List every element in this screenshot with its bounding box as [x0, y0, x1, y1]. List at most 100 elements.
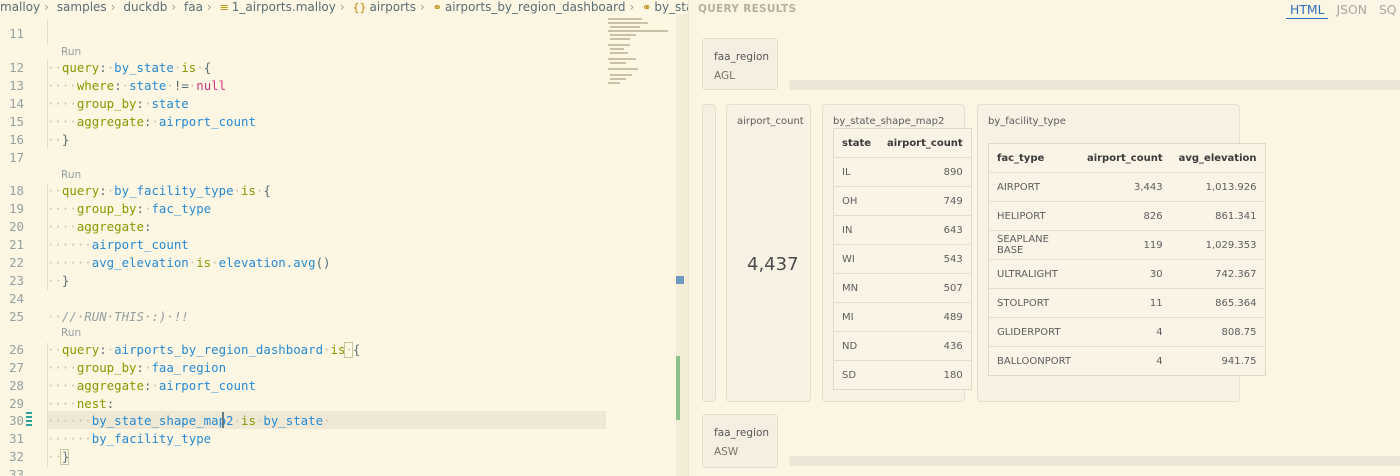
- line-number: 31: [9, 431, 24, 446]
- fac-type-cell: ULTRALIGHT: [988, 259, 1079, 289]
- state-cell: IL: [833, 157, 880, 187]
- code-line[interactable]: ····where:·state·!=·null: [47, 77, 226, 95]
- code-line[interactable]: ····aggregate:·airport_count: [47, 113, 256, 131]
- results-title: QUERY RESULTS: [698, 3, 797, 15]
- query-results-panel: QUERY RESULTS HTML JSON SQ faa_region AG…: [688, 0, 1400, 476]
- count-cell: 436: [879, 331, 972, 361]
- run-codelens[interactable]: Run: [61, 46, 81, 58]
- code-line[interactable]: ··query:·by_state·is·{: [47, 59, 211, 77]
- count-cell: 507: [879, 273, 972, 303]
- column-header: airport_count: [887, 137, 963, 149]
- run-codelens[interactable]: Run: [61, 327, 81, 339]
- breadcrumb-item[interactable]: faa: [184, 0, 203, 14]
- fac-type-cell: BALLOONPORT: [988, 346, 1079, 376]
- region-value: ASW: [714, 446, 739, 458]
- minimap[interactable]: [606, 18, 676, 88]
- line-number: 24: [9, 291, 24, 306]
- count-cell: 30: [1078, 259, 1171, 289]
- count-cell: 543: [879, 244, 972, 274]
- airport-count-value: 4,437: [747, 254, 799, 275]
- region-card: faa_region ASW: [702, 414, 778, 468]
- state-cell: ND: [833, 331, 880, 361]
- line-number: 14: [9, 96, 24, 111]
- breadcrumb-item[interactable]: 1_airports.malloy: [232, 0, 336, 14]
- column-header: fac_type: [997, 152, 1045, 164]
- code-line[interactable]: ····aggregate:·airport_count: [47, 377, 256, 395]
- column-header: avg_elevation: [1178, 152, 1257, 164]
- line-number: 12: [9, 60, 24, 75]
- elevation-cell: 865.364: [1170, 288, 1266, 318]
- region-value: AGL: [714, 70, 735, 82]
- code-line[interactable]: ····nest:: [47, 395, 114, 413]
- tab-sql[interactable]: SQ: [1375, 1, 1400, 18]
- code-line[interactable]: ··query:·airports_by_region_dashboard·is…: [47, 341, 360, 359]
- by-state-table: state airport_count IL 890 OH 749 IN 643 WI…: [833, 128, 972, 390]
- code-line[interactable]: ····group_by:·state: [47, 95, 189, 113]
- breadcrumb-item[interactable]: samples: [57, 0, 107, 14]
- breadcrumb-item[interactable]: airports: [370, 0, 416, 14]
- code-editor[interactable]: 10 ··measure:·airport_count·is·count() 1…: [0, 0, 688, 476]
- line-number: 32: [9, 449, 24, 464]
- elevation-cell: 1,029.353: [1170, 230, 1266, 260]
- count-cell: 119: [1078, 230, 1171, 260]
- code-line[interactable]: ····group_by:·fac_type: [47, 200, 211, 218]
- breadcrumb-item[interactable]: duckdb: [123, 0, 167, 14]
- query-icon: ⚭: [642, 1, 652, 14]
- file-icon: ≡: [219, 1, 229, 14]
- code-area[interactable]: 10 ··measure:·airport_count·is·count() 1…: [0, 0, 606, 476]
- table-row: ULTRALIGHT 30 742.367: [988, 259, 1266, 289]
- line-number: 20: [9, 219, 24, 234]
- code-line[interactable]: ······by_facility_type: [47, 430, 211, 448]
- code-line[interactable]: ··//·RUN·THIS·:)·!!: [47, 308, 189, 326]
- horizontal-scrollbar[interactable]: [789, 80, 1400, 90]
- tab-json[interactable]: JSON: [1332, 1, 1371, 18]
- table-row: OH 749: [833, 186, 972, 216]
- line-number: 27: [9, 360, 24, 375]
- fac-type-cell: SEAPLANE BASE: [988, 230, 1079, 260]
- table-row: MI 489: [833, 302, 972, 332]
- count-cell: 890: [879, 157, 972, 187]
- code-line[interactable]: ······airport_count: [47, 236, 189, 254]
- table-row: MN 507: [833, 273, 972, 303]
- state-cell: MN: [833, 273, 880, 303]
- code-line[interactable]: ····aggregate:: [47, 218, 151, 236]
- line-number: 26: [9, 342, 24, 357]
- code-line[interactable]: ······by_state_shape_map2·is·by_state·: [47, 412, 331, 430]
- state-cell: IN: [833, 215, 880, 245]
- tab-html[interactable]: HTML: [1286, 1, 1329, 19]
- bracket-match-highlight: [60, 449, 69, 465]
- elevation-cell: 808.75: [1170, 317, 1266, 347]
- fac-type-cell: HELIPORT: [988, 201, 1079, 231]
- scrollbar-change-marker: [676, 356, 680, 420]
- elevation-cell: 1,013.926: [1170, 172, 1266, 202]
- row-indent-bar: [702, 104, 716, 402]
- count-cell: 826: [1078, 201, 1171, 231]
- line-number: 18: [9, 183, 24, 198]
- line-number: 33: [9, 467, 24, 476]
- code-line[interactable]: ··query:·by_facility_type·is·{: [47, 182, 271, 200]
- airport-count-card: airport_count 4,437: [726, 104, 811, 402]
- region-label: faa_region: [714, 51, 770, 63]
- breadcrumb-item[interactable]: airports_by_region_dashboard: [445, 0, 626, 14]
- horizontal-scrollbar[interactable]: [789, 456, 1400, 466]
- breadcrumb: malloy › samples › duckdb › faa › ≡ 1_airport…: [0, 0, 688, 14]
- code-line[interactable]: ····group_by:·faa_region: [47, 359, 226, 377]
- state-cell: SD: [833, 360, 880, 390]
- code-line[interactable]: ······avg_elevation·is·elevation.avg(): [47, 254, 331, 272]
- elevation-cell: 861.341: [1170, 201, 1266, 231]
- code-line[interactable]: ··}: [47, 131, 69, 149]
- state-cell: WI: [833, 244, 880, 274]
- table-row: IL 890: [833, 157, 972, 187]
- line-number: 16: [9, 132, 24, 147]
- count-cell: 4: [1078, 346, 1171, 376]
- breadcrumb-item[interactable]: malloy: [0, 0, 40, 14]
- elevation-cell: 742.367: [1170, 259, 1266, 289]
- line-number: 30: [9, 413, 24, 428]
- count-cell: 489: [879, 302, 972, 332]
- line-number: 15: [9, 114, 24, 129]
- breadcrumb-item[interactable]: by_state_shape: [654, 0, 688, 14]
- code-line[interactable]: ··}: [47, 272, 69, 290]
- line-number: 19: [9, 201, 24, 216]
- run-codelens[interactable]: Run: [61, 169, 81, 181]
- scrollbar-marker: [676, 276, 684, 284]
